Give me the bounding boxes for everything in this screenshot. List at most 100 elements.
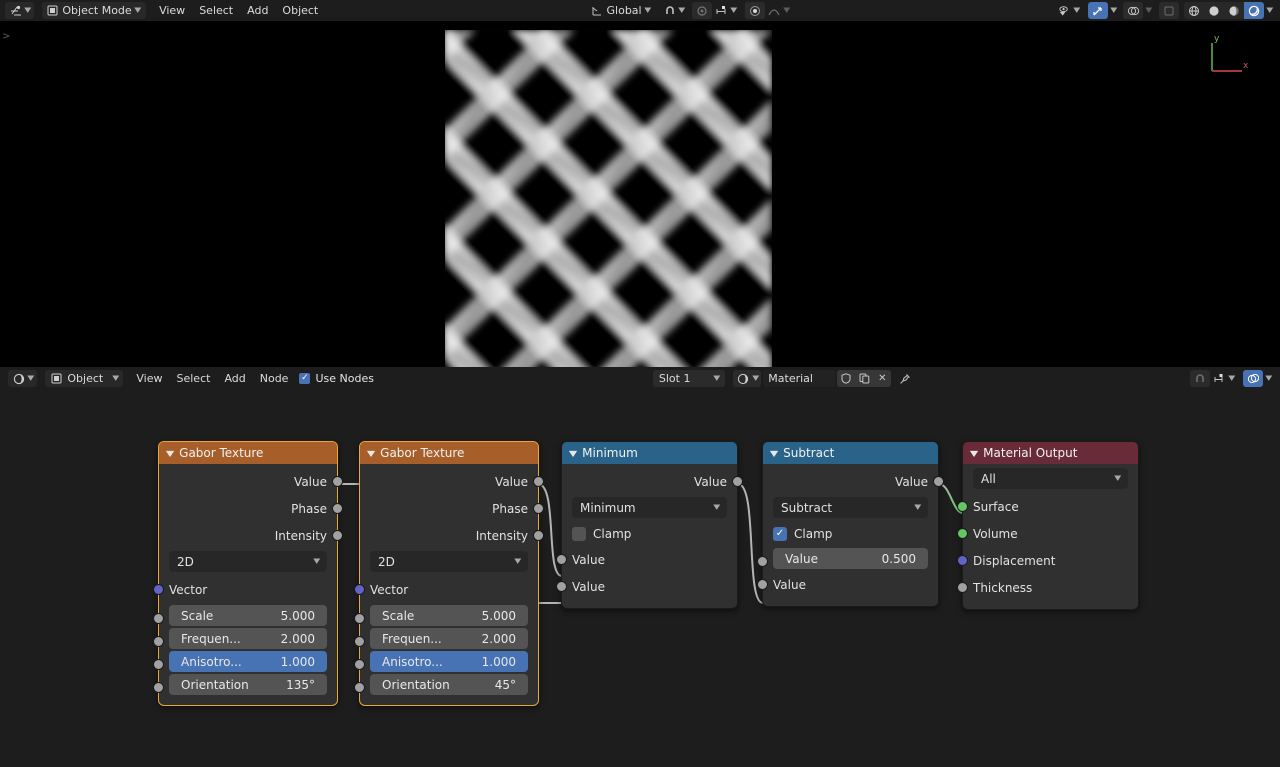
input-socket-vector[interactable]: Vector	[360, 576, 538, 603]
socket-vector-in[interactable]	[354, 584, 365, 595]
socket-phase-out[interactable]	[332, 503, 343, 514]
value-field[interactable]: Value 0.500	[773, 548, 928, 569]
socket-value-out[interactable]	[933, 476, 944, 487]
overlays-dropdown[interactable]: ▼	[1143, 2, 1155, 19]
node-header[interactable]: ▼ Gabor Texture	[360, 442, 538, 464]
object-mode-button[interactable]: Object Mode ▼	[42, 2, 146, 19]
input-socket-vector[interactable]: Vector	[159, 576, 337, 603]
proportional-falloff-toggle[interactable]	[745, 2, 765, 19]
input-frequency[interactable]: Frequen... 2.000	[159, 628, 337, 649]
chevron-down-icon[interactable]: ▼	[770, 449, 778, 458]
viewport-3d[interactable]: >	[0, 21, 1280, 367]
clamp-row[interactable]: ✓ Clamp	[763, 522, 938, 546]
material-browse-button[interactable]: ▼	[733, 370, 761, 387]
socket-value-in-1[interactable]	[556, 554, 567, 565]
orientation-field[interactable]: Orientation 45°	[370, 674, 528, 695]
socket-value-out[interactable]	[332, 476, 343, 487]
shading-solid-button[interactable]	[1204, 2, 1224, 19]
input-orientation[interactable]: Orientation 45°	[360, 674, 538, 695]
input-scale[interactable]: Scale 5.000	[159, 605, 337, 626]
clamp-checkbox[interactable]	[572, 527, 586, 541]
shading-material-preview-button[interactable]	[1224, 2, 1244, 19]
navigation-gizmo[interactable]: y x	[1200, 29, 1254, 83]
menu-add[interactable]: Add	[240, 2, 275, 19]
object-visibility-button[interactable]: ▼	[1054, 2, 1083, 19]
socket-volume-in[interactable]	[957, 528, 968, 539]
node-menu-node[interactable]: Node	[253, 370, 296, 387]
snap-increment-button[interactable]: ▼	[712, 2, 740, 19]
output-socket-phase[interactable]: Phase	[360, 495, 538, 522]
falloff-curve-button[interactable]: ▼	[765, 2, 793, 19]
socket-displacement-in[interactable]	[957, 555, 968, 566]
node-header[interactable]: ▼ Subtract	[763, 442, 938, 464]
output-socket-value[interactable]: Value	[763, 468, 938, 495]
transform-orientation-button[interactable]: Global ▼	[587, 2, 654, 19]
shading-dropdown[interactable]: ▼	[1264, 2, 1276, 19]
menu-object[interactable]: Object	[275, 2, 325, 19]
input-socket-volume[interactable]: Volume	[963, 520, 1138, 547]
output-socket-value[interactable]: Value	[360, 468, 538, 495]
dimensions-dropdown[interactable]: 2D ▼	[169, 551, 327, 572]
use-nodes-toggle[interactable]: ✓ Use Nodes	[299, 372, 374, 385]
node-gabor-texture-1[interactable]: ▼ Gabor Texture Value Phase Intensity 2D…	[158, 441, 338, 706]
input-value-1[interactable]: Value 0.500	[763, 548, 938, 569]
menu-view[interactable]: View	[152, 2, 192, 19]
socket-value-out[interactable]	[533, 476, 544, 487]
input-socket-surface[interactable]: Surface	[963, 493, 1138, 520]
socket-anisotropy-in[interactable]	[153, 659, 164, 670]
output-socket-phase[interactable]: Phase	[159, 495, 337, 522]
input-orientation[interactable]: Orientation 135°	[159, 674, 337, 695]
gizmo-dropdown[interactable]: ▼	[1108, 2, 1120, 19]
snap-toggle[interactable]: ▼	[659, 2, 688, 19]
orientation-field[interactable]: Orientation 135°	[169, 674, 327, 695]
socket-anisotropy-in[interactable]	[354, 659, 365, 670]
unlink-material-button[interactable]: ✕	[873, 370, 891, 387]
operation-dropdown[interactable]: Minimum ▼	[572, 497, 727, 518]
clamp-row[interactable]: Clamp	[562, 522, 737, 546]
socket-phase-out[interactable]	[533, 503, 544, 514]
scale-field[interactable]: Scale 5.000	[370, 605, 528, 626]
socket-orientation-in[interactable]	[354, 682, 365, 693]
socket-intensity-out[interactable]	[533, 530, 544, 541]
node-menu-view[interactable]: View	[129, 370, 169, 387]
shading-rendered-button[interactable]	[1244, 2, 1264, 19]
input-scale[interactable]: Scale 5.000	[360, 605, 538, 626]
menu-select[interactable]: Select	[192, 2, 240, 19]
editor-type-button-shader[interactable]: ▼	[8, 370, 37, 387]
chevron-down-icon[interactable]: ▼	[569, 449, 577, 458]
gizmo-toggle[interactable]	[1088, 2, 1108, 19]
use-nodes-checkbox[interactable]: ✓	[299, 373, 310, 384]
material-name-field[interactable]: Material	[763, 370, 835, 387]
dimensions-dropdown[interactable]: 2D ▼	[370, 551, 528, 572]
overlays-toggle[interactable]	[1123, 2, 1143, 19]
output-socket-intensity[interactable]: Intensity	[360, 522, 538, 549]
socket-thickness-in[interactable]	[957, 582, 968, 593]
operation-dropdown[interactable]: Subtract ▼	[773, 497, 928, 518]
socket-value-out[interactable]	[732, 476, 743, 487]
socket-orientation-in[interactable]	[153, 682, 164, 693]
input-frequency[interactable]: Frequen... 2.000	[360, 628, 538, 649]
node-header[interactable]: ▼ Material Output	[963, 442, 1138, 464]
target-dropdown[interactable]: All ▼	[973, 468, 1128, 489]
snap-node-element-button[interactable]: ▼	[1210, 370, 1238, 387]
socket-value-in-1[interactable]	[757, 556, 768, 567]
frequency-field[interactable]: Frequen... 2.000	[370, 628, 528, 649]
input-socket-displacement[interactable]: Displacement	[963, 547, 1138, 574]
output-socket-value[interactable]: Value	[562, 468, 737, 495]
xray-toggle[interactable]	[1159, 2, 1179, 19]
frequency-field[interactable]: Frequen... 2.000	[169, 628, 327, 649]
shading-wireframe-button[interactable]	[1184, 2, 1204, 19]
node-minimum[interactable]: ▼ Minimum Value Minimum ▼ Clamp Value Va…	[561, 441, 738, 609]
socket-vector-in[interactable]	[153, 584, 164, 595]
socket-surface-in[interactable]	[957, 501, 968, 512]
proportional-edit-toggle[interactable]	[692, 2, 712, 19]
socket-scale-in[interactable]	[153, 613, 164, 624]
material-slot-dropdown[interactable]: Slot 1 ▼	[653, 370, 725, 387]
socket-frequency-in[interactable]	[354, 636, 365, 647]
output-socket-intensity[interactable]: Intensity	[159, 522, 337, 549]
socket-value-in-2[interactable]	[757, 579, 768, 590]
clamp-checkbox[interactable]: ✓	[773, 527, 787, 541]
socket-frequency-in[interactable]	[153, 636, 164, 647]
fake-user-button[interactable]	[837, 370, 855, 387]
node-overlays-toggle[interactable]	[1243, 370, 1263, 387]
